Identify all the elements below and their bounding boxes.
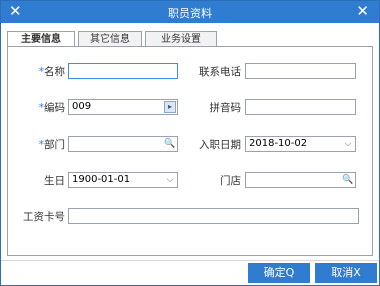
code-label: *编码	[38, 102, 65, 114]
tab-other-info[interactable]: 其它信息	[78, 31, 142, 47]
hire-date-label: 入职日期	[199, 139, 241, 151]
lookup-icon[interactable]: ▸	[164, 101, 176, 113]
pinyin-label: 拼音码	[209, 102, 242, 114]
confirm-button[interactable]: 确定Q	[248, 263, 310, 283]
department-label: *部门	[38, 139, 65, 151]
birthday-picker[interactable]: 1900-01-01 ⌵	[68, 172, 178, 188]
phone-input[interactable]	[245, 63, 356, 79]
tab-business-settings[interactable]: 业务设置	[145, 31, 217, 47]
name-label: *名称	[38, 66, 65, 78]
name-input[interactable]	[68, 63, 178, 79]
footer-divider	[1, 260, 379, 261]
chevron-down-icon[interactable]: ⌵	[342, 138, 354, 150]
card-no-input[interactable]	[68, 208, 359, 224]
code-input[interactable]: 009 ▸	[68, 99, 178, 115]
dialog-title: 职员资料	[168, 7, 212, 20]
store-label: 门店	[220, 175, 241, 187]
card-no-label: 工资卡号	[23, 211, 65, 223]
cancel-button[interactable]: 取消X	[315, 263, 377, 283]
birthday-label: 生日	[44, 175, 65, 187]
store-input[interactable]: 🔍	[245, 172, 356, 188]
search-icon[interactable]: 🔍	[164, 138, 176, 150]
search-icon[interactable]: 🔍	[342, 174, 354, 186]
close-icon[interactable]: ✕	[356, 2, 369, 20]
hire-date-picker[interactable]: 2018-10-02 ⌵	[245, 136, 356, 152]
title-bar: ✕ 职员资料 ✕	[1, 1, 379, 23]
chevron-down-icon[interactable]: ⌵	[164, 174, 176, 186]
employee-dialog: ✕ 职员资料 ✕ 主要信息 其它信息 业务设置 *名称 联系电话 *编码 009…	[0, 0, 380, 286]
pinyin-input[interactable]	[245, 99, 356, 115]
department-input[interactable]: 🔍	[68, 136, 178, 152]
phone-label: 联系电话	[199, 66, 241, 78]
